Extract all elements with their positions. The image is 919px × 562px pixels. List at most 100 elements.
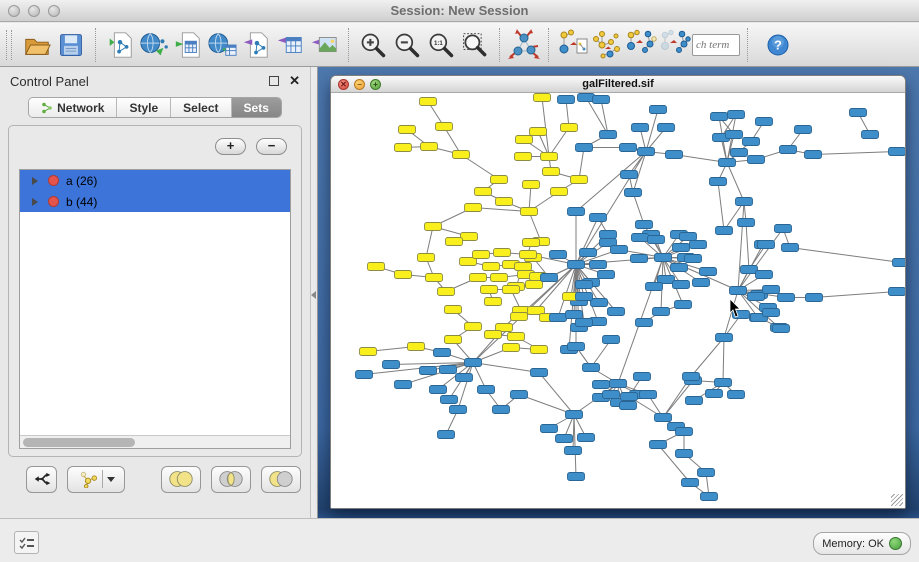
import-network-web-button[interactable] <box>137 28 171 62</box>
fade-network-button[interactable] <box>658 28 692 62</box>
scrollbar-thumb[interactable] <box>23 438 135 447</box>
graph-node-yellow[interactable] <box>421 143 438 151</box>
minimize-window-button[interactable] <box>28 5 40 17</box>
graph-node-yellow[interactable] <box>526 281 543 289</box>
zoom-in-button[interactable] <box>356 28 390 62</box>
intersection-button[interactable] <box>211 466 251 493</box>
graph-node-blue[interactable] <box>653 308 670 316</box>
graph-node-blue[interactable] <box>493 406 510 414</box>
zoom-actual-size-button[interactable]: 1:1 <box>424 28 458 62</box>
graph-node-blue[interactable] <box>603 336 620 344</box>
graph-node-blue[interactable] <box>568 261 585 269</box>
graph-edge[interactable] <box>569 265 576 350</box>
graph-node-blue[interactable] <box>756 118 773 126</box>
graph-node-blue[interactable] <box>893 259 906 267</box>
graph-node-blue[interactable] <box>726 131 743 139</box>
graph-node-blue[interactable] <box>568 473 585 481</box>
graph-node-blue[interactable] <box>716 334 733 342</box>
toolbar-drag-handle[interactable] <box>6 30 12 60</box>
graph-edge[interactable] <box>529 212 541 242</box>
graph-node-yellow[interactable] <box>491 274 508 282</box>
expand-triangle-icon[interactable] <box>32 198 38 206</box>
graph-node-blue[interactable] <box>673 281 690 289</box>
graph-node-yellow[interactable] <box>508 333 525 341</box>
graph-node-yellow[interactable] <box>445 336 462 344</box>
graph-edge[interactable] <box>718 182 724 231</box>
graph-node-yellow[interactable] <box>491 176 508 184</box>
clone-network-button[interactable] <box>590 28 624 62</box>
graph-node-blue[interactable] <box>763 309 780 317</box>
graph-node-yellow[interactable] <box>395 144 412 152</box>
graph-edge[interactable] <box>473 363 539 373</box>
graph-node-blue[interactable] <box>356 371 373 379</box>
graph-edge[interactable] <box>723 338 724 383</box>
graph-node-yellow[interactable] <box>461 233 478 241</box>
open-session-button[interactable] <box>20 28 54 62</box>
graph-node-blue[interactable] <box>728 391 745 399</box>
graph-edge[interactable] <box>746 223 749 270</box>
graph-node-blue[interactable] <box>638 148 655 156</box>
graph-node-blue[interactable] <box>862 131 879 139</box>
difference-button[interactable] <box>261 466 301 493</box>
graph-node-blue[interactable] <box>682 479 699 487</box>
graph-node-blue[interactable] <box>450 406 467 414</box>
graph-node-blue[interactable] <box>634 373 651 381</box>
graph-node-blue[interactable] <box>763 286 780 294</box>
graph-node-blue[interactable] <box>780 146 797 154</box>
graph-node-yellow[interactable] <box>534 94 551 102</box>
graph-node-blue[interactable] <box>782 244 799 252</box>
network-window-titlebar[interactable]: ✕ − + galFiltered.sif <box>331 76 905 93</box>
graph-node-blue[interactable] <box>611 246 628 254</box>
graph-node-blue[interactable] <box>550 314 567 322</box>
graph-node-yellow[interactable] <box>515 153 532 161</box>
graph-node-blue[interactable] <box>715 379 732 387</box>
network-view-window[interactable]: ✕ − + galFiltered.sif <box>330 75 906 509</box>
graph-node-blue[interactable] <box>889 288 906 296</box>
graph-node-blue[interactable] <box>478 386 495 394</box>
set-row[interactable]: b (44) <box>20 191 290 212</box>
graph-node-blue[interactable] <box>434 349 451 357</box>
graph-node-yellow[interactable] <box>516 136 533 144</box>
graph-node-yellow[interactable] <box>503 344 520 352</box>
graph-node-blue[interactable] <box>621 171 638 179</box>
network-close-button[interactable]: ✕ <box>338 79 349 90</box>
graph-node-blue[interactable] <box>773 325 790 333</box>
graph-node-blue[interactable] <box>603 391 620 399</box>
apply-layout-button[interactable] <box>507 28 541 62</box>
export-image-button[interactable] <box>307 28 341 62</box>
split-set-button[interactable] <box>26 466 57 493</box>
graph-node-blue[interactable] <box>710 178 727 186</box>
graph-node-blue[interactable] <box>600 231 617 239</box>
graph-node-yellow[interactable] <box>481 286 498 294</box>
graph-edge[interactable] <box>691 338 724 377</box>
create-set-from-network-button[interactable] <box>67 466 125 493</box>
graph-node-yellow[interactable] <box>496 198 513 206</box>
graph-node-blue[interactable] <box>565 447 582 455</box>
graph-node-blue[interactable] <box>640 391 657 399</box>
graph-edge[interactable] <box>814 292 897 298</box>
graph-node-blue[interactable] <box>511 391 528 399</box>
graph-node-yellow[interactable] <box>494 249 511 257</box>
graph-edge[interactable] <box>458 363 473 410</box>
graph-node-blue[interactable] <box>578 94 595 102</box>
graph-node-blue[interactable] <box>795 126 812 134</box>
graph-node-blue[interactable] <box>676 428 693 436</box>
graph-node-blue[interactable] <box>566 411 583 419</box>
help-button[interactable]: ? <box>761 28 795 62</box>
zoom-out-button[interactable] <box>390 28 424 62</box>
graph-node-blue[interactable] <box>686 397 703 405</box>
graph-node-blue[interactable] <box>731 149 748 157</box>
graph-node-blue[interactable] <box>778 294 795 302</box>
tab-network[interactable]: Network <box>29 98 117 117</box>
graph-node-blue[interactable] <box>620 402 637 410</box>
graph-node-blue[interactable] <box>889 148 906 156</box>
graph-node-blue[interactable] <box>748 293 765 301</box>
graph-node-blue[interactable] <box>632 234 649 242</box>
graph-node-blue[interactable] <box>728 111 745 119</box>
graph-node-blue[interactable] <box>600 131 617 139</box>
import-network-file-button[interactable] <box>103 28 137 62</box>
graph-node-blue[interactable] <box>693 279 710 287</box>
graph-node-blue[interactable] <box>719 159 736 167</box>
graph-node-blue[interactable] <box>440 366 457 374</box>
graph-node-blue[interactable] <box>558 96 575 104</box>
